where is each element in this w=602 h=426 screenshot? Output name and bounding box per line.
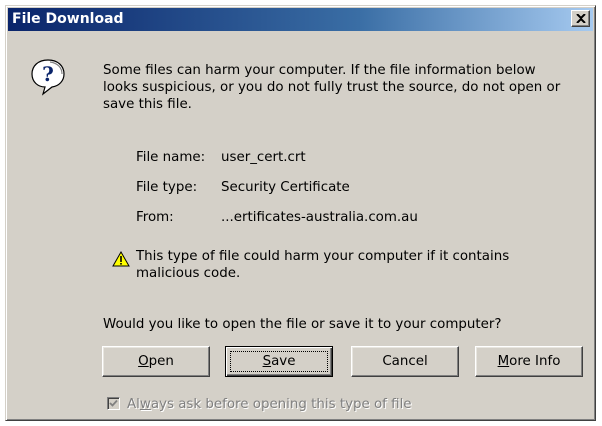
file-name-label: File name: — [136, 150, 206, 165]
file-download-dialog: File Download ? Some files can harm your… — [5, 5, 596, 421]
question-icon: ? — [31, 59, 65, 96]
message-line-1: Some files can harm your computer. If th… — [103, 63, 536, 78]
warning-icon — [112, 251, 130, 267]
more-info-button[interactable]: More Info — [475, 346, 583, 377]
open-accel: O — [138, 354, 149, 369]
file-from-label: From: — [136, 210, 174, 225]
open-button[interactable]: Open — [102, 346, 210, 377]
svg-text:?: ? — [42, 62, 54, 86]
cancel-label: Cancel — [382, 354, 428, 369]
more-info-label: ore Info — [509, 354, 561, 369]
open-label: pen — [148, 354, 174, 369]
file-type-value: Security Certificate — [221, 180, 350, 195]
save-button[interactable]: Save — [225, 346, 333, 377]
always-ask-label-post: ays ask before opening this type of file — [150, 397, 412, 412]
window-title: File Download — [12, 11, 124, 27]
checkmark-icon — [109, 399, 118, 407]
file-name-value: user_cert.crt — [221, 150, 306, 165]
always-ask-label-accel: w — [139, 397, 151, 412]
cancel-button[interactable]: Cancel — [351, 346, 459, 377]
close-icon — [576, 14, 586, 23]
close-button[interactable] — [571, 10, 590, 27]
always-ask-label[interactable]: Always ask before opening this type of f… — [127, 396, 412, 413]
message-line-2: looks suspicious, or you do not fully tr… — [103, 80, 561, 95]
file-from-value: ...ertificates-australia.com.au — [221, 210, 418, 225]
always-ask-checkbox[interactable] — [107, 397, 120, 410]
prompt-text: Would you like to open the file or save … — [103, 317, 502, 332]
more-info-accel: M — [497, 354, 510, 369]
message-line-3: save this file. — [103, 97, 192, 112]
file-type-label: File type: — [136, 180, 198, 195]
title-bar[interactable]: File Download — [8, 8, 593, 31]
warning-line-1: This type of file could harm your comput… — [136, 249, 510, 264]
save-accel: S — [262, 354, 272, 369]
save-label: ave — [271, 354, 296, 369]
always-ask-label-pre: Al — [127, 397, 140, 412]
warning-line-2: malicious code. — [136, 266, 241, 281]
